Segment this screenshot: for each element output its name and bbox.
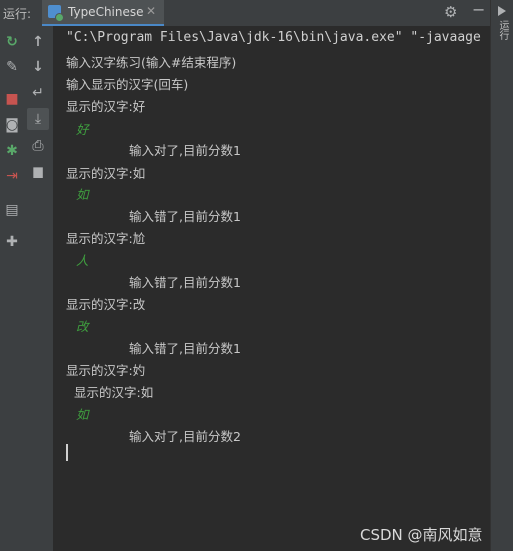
tab-typechinese[interactable]: TypeChinese ✕ <box>42 0 164 26</box>
console-line: 输入对了,目前分数1 <box>129 143 241 158</box>
console-line: 输入错了,目前分数1 <box>129 209 241 224</box>
console-line: 显示的汉字:如 <box>66 166 146 181</box>
play-icon[interactable] <box>498 6 506 16</box>
user-input-line: 改 <box>76 319 89 334</box>
stop-icon[interactable]: ■ <box>3 91 21 107</box>
console-line: 输入显示的汉字(回车) <box>66 77 189 92</box>
console-line: 显示的汉字:尬 <box>66 231 146 246</box>
minimize-icon[interactable]: − <box>472 0 485 19</box>
console-line: 显示的汉字:改 <box>66 297 146 312</box>
trash-icon[interactable]: ▆ <box>29 163 47 179</box>
command-line: "C:\Program Files\Java\jdk-16\bin\java.e… <box>66 30 481 45</box>
console-line: 显示的汉字:妁 <box>66 363 146 378</box>
exit-icon[interactable]: ⇥ <box>3 168 21 184</box>
console-line: 显示的汉字:好 <box>66 99 146 114</box>
layout-icon[interactable]: ▤ <box>3 202 21 218</box>
run-label: 运行: <box>3 7 32 21</box>
up-arrow-icon[interactable]: ↑ <box>29 34 47 50</box>
rerun-icon[interactable]: ↻ <box>3 34 21 50</box>
soft-wrap-icon[interactable]: ↵ <box>29 85 47 101</box>
text-cursor <box>66 444 68 461</box>
gear-icon[interactable]: ⚙ <box>444 3 457 21</box>
tab-title: TypeChinese <box>68 5 144 19</box>
print-icon[interactable]: ⎙ <box>29 138 47 154</box>
right-strip-label[interactable]: 运行 <box>495 20 510 40</box>
camera-icon[interactable]: ◙ <box>3 117 21 133</box>
left-toolbar-primary: ↻ ✎ ■ ◙ ✱ ⇥ ▤ ✚ <box>0 26 25 551</box>
console-output[interactable]: "C:\Program Files\Java\jdk-16\bin\java.e… <box>54 26 490 551</box>
run-tool-window-header: 运行: TypeChinese ✕ ⚙ − <box>0 0 513 27</box>
console-line: 输入汉字练习(输入#结束程序) <box>66 55 237 70</box>
pin-icon[interactable]: ✚ <box>3 234 21 250</box>
left-toolbar-secondary: ↑ ↓ ↵ ⤓ ⎙ ▆ <box>24 26 54 551</box>
close-icon[interactable]: ✕ <box>146 4 156 18</box>
debug-icon[interactable]: ✱ <box>3 143 21 159</box>
user-input-line: 人 <box>76 253 89 268</box>
user-input-line: 如 <box>76 407 89 422</box>
watermark: CSDN @南风如意 <box>360 526 483 544</box>
console-line: 显示的汉字:如 <box>74 385 154 400</box>
console-line: 输入对了,目前分数2 <box>129 429 241 444</box>
console-line: 输入错了,目前分数1 <box>129 341 241 356</box>
console-line: 输入错了,目前分数1 <box>129 275 241 290</box>
scroll-to-end-icon[interactable]: ⤓ <box>27 108 49 130</box>
user-input-line: 如 <box>76 187 89 202</box>
right-tool-strip: 运行 <box>490 0 513 551</box>
java-class-icon <box>48 5 64 22</box>
user-input-line: 好 <box>76 122 89 137</box>
down-arrow-icon[interactable]: ↓ <box>29 59 47 75</box>
wrench-icon[interactable]: ✎ <box>3 59 21 75</box>
